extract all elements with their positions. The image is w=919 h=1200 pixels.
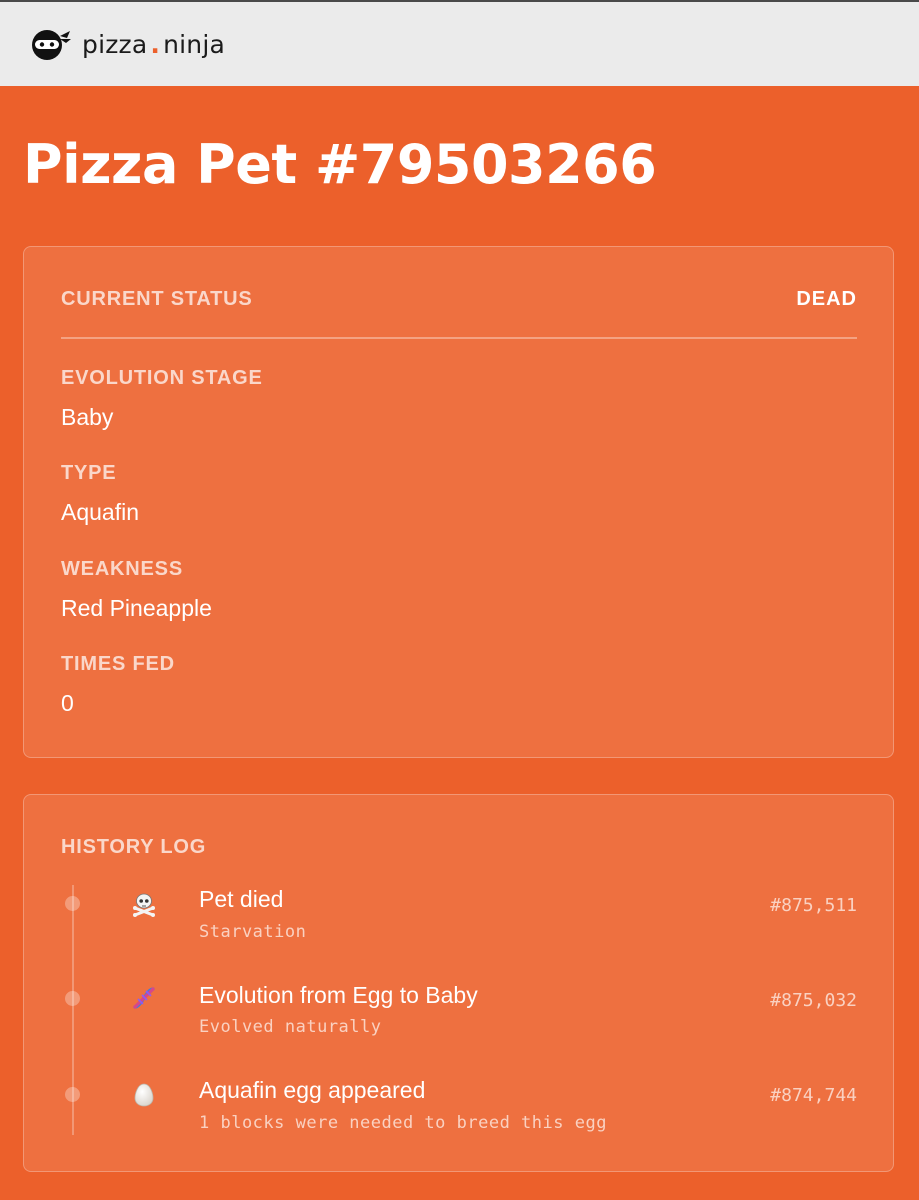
weakness-value: Red Pineapple xyxy=(61,595,212,621)
times-fed-label: TIMES FED xyxy=(61,653,175,675)
dna-icon xyxy=(130,984,158,1012)
type-value: Aquafin xyxy=(61,499,140,525)
egg-icon xyxy=(130,1081,158,1109)
timeline-dot xyxy=(65,991,80,1006)
skull-crossbones-icon xyxy=(130,890,158,918)
ninja-icon xyxy=(32,30,71,60)
current-status-label: CURRENT STATUS xyxy=(61,288,253,310)
block-number-link[interactable]: #875,511 xyxy=(770,895,857,916)
weakness-label: WEAKNESS xyxy=(61,558,183,580)
status-badge: DEAD xyxy=(796,288,857,310)
evolution-stage-label: EVOLUTION STAGE xyxy=(61,367,263,389)
home-logo-link[interactable]: pizza. ninja xyxy=(26,27,225,61)
block-number-link[interactable]: #874,744 xyxy=(770,1085,857,1106)
history-log-title: HISTORY LOG xyxy=(61,836,207,858)
history-entry-title: Pet died xyxy=(199,886,284,912)
history-log-card: HISTORY LOG Pet died Starvation #875,511 xyxy=(23,794,894,1172)
brand-dot: . xyxy=(150,29,161,59)
divider xyxy=(61,337,857,339)
status-card: CURRENT STATUS DEAD EVOLUTION STAGE Baby… xyxy=(23,246,894,758)
history-entry-subtitle: Starvation xyxy=(199,922,307,942)
history-entry-title: Evolution from Egg to Baby xyxy=(199,982,478,1008)
timeline-dot xyxy=(65,1087,80,1102)
times-fed-value: 0 xyxy=(61,690,74,716)
history-entry-subtitle: 1 blocks were needed to breed this egg xyxy=(199,1113,607,1133)
type-label: TYPE xyxy=(61,462,117,484)
top-navigation-bar: pizza. ninja xyxy=(0,0,919,86)
timeline-dot xyxy=(65,896,80,911)
history-entry-subtitle: Evolved naturally xyxy=(199,1017,382,1037)
brand-name: pizza. ninja xyxy=(82,30,225,59)
block-number-link[interactable]: #875,032 xyxy=(770,990,857,1011)
brand-left: pizza xyxy=(82,29,148,59)
page-title: Pizza Pet #79503266 xyxy=(23,133,657,196)
brand-right: ninja xyxy=(163,29,225,59)
history-entry-title: Aquafin egg appeared xyxy=(199,1077,426,1103)
evolution-stage-value: Baby xyxy=(61,404,114,430)
